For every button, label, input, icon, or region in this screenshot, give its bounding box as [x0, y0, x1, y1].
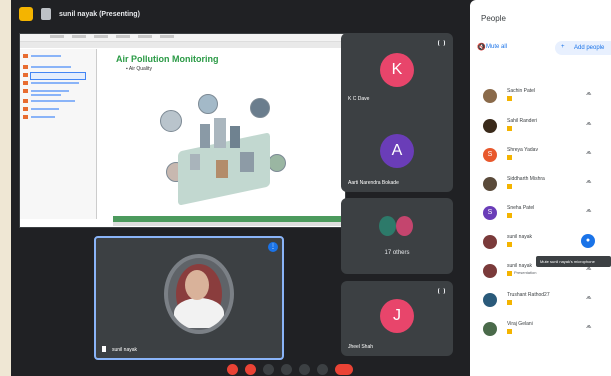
avatar: S	[483, 206, 497, 220]
slide-title: Air Pollution Monitoring	[116, 54, 219, 64]
host-badge-icon	[507, 126, 512, 131]
participant-name: Sachin Patel	[507, 88, 536, 94]
top-bar: sunil nayak (Presenting)	[11, 0, 461, 28]
participant-name: Sneha Patel	[507, 205, 535, 211]
host-badge-icon	[507, 213, 512, 218]
presenting-label: sunil nayak (Presenting)	[59, 10, 140, 18]
avatar: S	[483, 148, 497, 162]
participant-row[interactable]: S Shreya Yadav ⩕ ⋮	[470, 141, 611, 169]
avatar: K	[380, 53, 414, 87]
participant-name: Jheel Shah	[348, 344, 374, 350]
participant-name: sunil nayak	[507, 234, 533, 240]
app-notes-bar	[113, 222, 343, 226]
participant-name: Trushant Rathod27	[507, 292, 550, 298]
mute-all-icon[interactable]: 🔇	[477, 43, 486, 51]
raise-hand-button[interactable]	[281, 364, 292, 375]
participant-row[interactable]: Sahil Randeri ⩕ ⋮	[470, 112, 611, 140]
pin-badge-icon[interactable]	[19, 7, 33, 21]
participant-tile-aarti[interactable]: A Aarti Narendra Bokade	[341, 120, 453, 192]
mute-all-button[interactable]: Mute all	[486, 44, 507, 50]
satellite-image	[198, 94, 218, 114]
others-avatars	[379, 216, 413, 236]
participant-row[interactable]: Viraj Gelani ⩕ ⋮	[470, 315, 611, 343]
participant-name: Shreya Yadav	[507, 147, 538, 153]
mute-tooltip: Mute sunil nayak's microphone	[536, 256, 611, 267]
participant-row[interactable]: Siddharth Mishra ⩕ ⋮	[470, 170, 611, 198]
people-panel-title: People	[481, 14, 506, 23]
self-tile[interactable]: ⋮ sunil nayak	[94, 236, 284, 360]
host-badge-icon	[507, 300, 512, 305]
participant-row[interactable]: S Sneha Patel ⩕ ⋮	[470, 199, 611, 227]
people-panel: People × 🔇 Mute all + Add people Sachin …	[470, 0, 611, 376]
pin-icon[interactable]	[102, 346, 106, 352]
presenting-icon	[41, 8, 51, 20]
participant-subtitle: Presentation	[514, 270, 537, 275]
app-titlebar	[20, 34, 345, 42]
host-badge-icon	[507, 329, 512, 334]
slide-thumbnails	[20, 49, 97, 219]
current-slide: Air Pollution Monitoring ▪ Air Quality	[116, 54, 326, 216]
host-badge-icon	[507, 184, 512, 189]
participant-name: Aarti Narendra Bokade	[348, 180, 399, 186]
host-badge-icon	[507, 242, 512, 247]
mic-on-icon[interactable]: ●	[581, 234, 595, 248]
meet-screen: sunil nayak (Presenting) Air Pollution M…	[11, 0, 611, 376]
mic-off-icon[interactable]: ⩕	[586, 294, 592, 302]
slide-bullet: ▪ Air Quality	[126, 66, 152, 72]
camera-toggle-button[interactable]	[245, 364, 256, 375]
avatar	[483, 235, 497, 249]
captions-button[interactable]	[263, 364, 274, 375]
add-people-button[interactable]: + Add people	[555, 41, 611, 55]
host-badge-icon	[507, 155, 512, 160]
host-badge-icon	[507, 96, 512, 101]
self-avatar	[164, 254, 234, 334]
participant-name: K C Dave	[348, 96, 370, 102]
mic-off-icon[interactable]: ⩕	[586, 207, 592, 215]
mic-off-icon[interactable]: ⩕	[586, 90, 592, 98]
participant-row[interactable]: Trushant Rathod27 ⩕ ⋮	[470, 286, 611, 314]
avatar	[483, 119, 497, 133]
participant-name: sunil nayak	[507, 263, 533, 269]
presentation-tile[interactable]: Air Pollution Monitoring ▪ Air Quality	[19, 33, 346, 228]
participant-name: Viraj Gelani	[507, 321, 533, 327]
add-person-icon: +	[561, 44, 565, 50]
avatar	[483, 89, 497, 103]
more-options-button[interactable]	[317, 364, 328, 375]
mic-off-icon[interactable]: ⩕	[586, 149, 592, 157]
speaking-icon: ⋮	[268, 242, 278, 252]
participant-name: Siddharth Mishra	[507, 176, 545, 182]
app-ribbon	[20, 42, 345, 48]
avatar: A	[380, 134, 414, 168]
host-badge-icon	[507, 271, 512, 276]
avatar	[483, 264, 497, 278]
self-name: sunil nayak	[112, 347, 138, 353]
participant-row[interactable]: sunil nayak ● ⋮	[470, 228, 611, 256]
mic-off-icon[interactable]: ⩕	[586, 323, 592, 331]
others-count: 17 others	[384, 250, 410, 256]
avatar	[483, 293, 497, 307]
present-button[interactable]	[299, 364, 310, 375]
mic-off-icon[interactable]: ⩕	[586, 120, 592, 128]
mic-off-icon[interactable]: ⩕	[586, 178, 592, 186]
participant-row[interactable]: Sachin Patel ⩕ ⋮	[470, 82, 611, 110]
avatar: J	[380, 299, 414, 333]
leave-call-button[interactable]	[335, 364, 353, 375]
mic-off-icon	[438, 40, 445, 46]
city-illustration	[170, 114, 276, 206]
add-people-label: Add people	[574, 45, 605, 51]
participant-tile-others[interactable]: 17 others	[341, 198, 453, 274]
participant-name: Sahil Randeri	[507, 118, 538, 124]
avatar	[483, 177, 497, 191]
mic-toggle-button[interactable]	[227, 364, 238, 375]
mic-off-icon	[438, 288, 445, 294]
participant-tile-jheel[interactable]: J Jheel Shah	[341, 281, 453, 356]
avatar	[483, 322, 497, 336]
